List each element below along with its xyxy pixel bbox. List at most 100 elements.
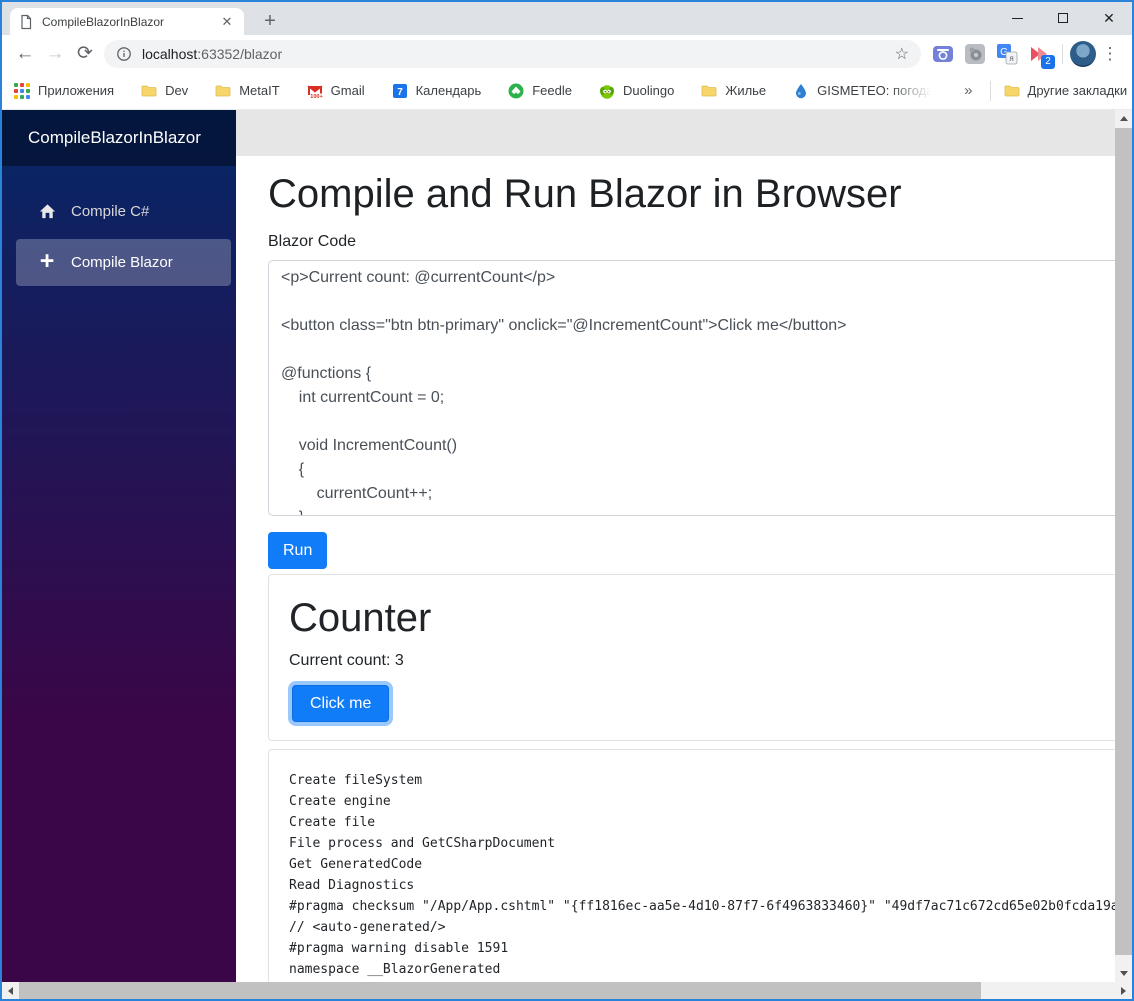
sidebar-item-compile-csharp[interactable]: Compile C# bbox=[16, 188, 231, 235]
tab-strip: CompileBlazorInBlazor ✕ + ✕ bbox=[2, 2, 1132, 35]
vertical-scrollbar[interactable] bbox=[1115, 110, 1132, 982]
bookmark-gismeteo[interactable]: GISMETEO: погода в bbox=[793, 83, 938, 99]
browser-window: CompileBlazorInBlazor ✕ + ✕ ← → ⟳ localh… bbox=[0, 0, 1134, 1001]
click-me-button[interactable]: Click me bbox=[292, 685, 390, 722]
bookmark-label: Календарь bbox=[415, 83, 482, 98]
bookmark-folder-dev[interactable]: Dev bbox=[141, 83, 188, 99]
bookmark-calendar[interactable]: 7 Календарь bbox=[392, 83, 482, 99]
window-controls: ✕ bbox=[994, 2, 1132, 34]
reload-button[interactable]: ⟳ bbox=[70, 39, 100, 69]
tab-close-icon[interactable]: ✕ bbox=[218, 13, 236, 31]
maximize-icon bbox=[1058, 13, 1068, 23]
minimize-button[interactable] bbox=[994, 2, 1040, 34]
bookmark-feedly[interactable]: Feedle bbox=[508, 83, 572, 99]
arrow-down-icon bbox=[1119, 971, 1128, 976]
address-bar[interactable]: localhost:63352/blazor ☆ bbox=[104, 39, 921, 68]
app-sidebar: CompileBlazorInBlazor Compile C# + Compi… bbox=[2, 110, 236, 982]
profile-avatar[interactable] bbox=[1070, 40, 1096, 67]
bookmark-gmail[interactable]: 100+ Gmail bbox=[307, 83, 365, 100]
bookmarks-divider bbox=[989, 80, 991, 101]
extension-badge: 2 bbox=[1041, 54, 1055, 69]
app-content: Compile and Run Blazor in Browser Blazor… bbox=[236, 110, 1132, 982]
horizontal-scrollbar[interactable] bbox=[2, 982, 1132, 999]
browser-menu-button[interactable]: ⋮ bbox=[1096, 44, 1124, 64]
content-top-row bbox=[236, 110, 1132, 156]
url-path: :63352/blazor bbox=[197, 45, 283, 62]
scroll-right-button[interactable] bbox=[1115, 982, 1132, 999]
toolbar-divider bbox=[1062, 43, 1063, 64]
bookmark-star-icon[interactable]: ☆ bbox=[895, 44, 909, 64]
folder-icon bbox=[1004, 83, 1020, 99]
bookmark-folder-zhilye[interactable]: Жилье bbox=[701, 83, 766, 99]
gray-extension-icon[interactable] bbox=[964, 43, 986, 65]
bookmark-label: Приложения bbox=[38, 83, 115, 98]
app-brand[interactable]: CompileBlazorInBlazor bbox=[2, 110, 236, 166]
bookmarks-bar: Приложения Dev MetaIT 100+ Gmail 7 Кален… bbox=[2, 72, 1132, 110]
sidebar-item-label: Compile Blazor bbox=[71, 254, 173, 271]
maximize-button[interactable] bbox=[1040, 2, 1086, 34]
arrow-left-icon bbox=[8, 986, 13, 995]
close-button[interactable]: ✕ bbox=[1086, 2, 1132, 34]
downloader-extension-icon[interactable]: 2 bbox=[1028, 43, 1055, 69]
console-line: File process and GetCSharpDocument bbox=[289, 836, 556, 851]
console-line: Create engine bbox=[289, 794, 391, 809]
scroll-up-button[interactable] bbox=[1115, 110, 1132, 127]
scroll-left-button[interactable] bbox=[2, 982, 19, 999]
bookmark-folder-metait[interactable]: MetaIT bbox=[215, 83, 280, 99]
forward-button[interactable]: → bbox=[40, 39, 70, 69]
console-line: #pragma warning disable 1591 bbox=[289, 941, 509, 956]
bookmark-label: MetaIT bbox=[239, 83, 280, 98]
translate-extension-icon[interactable]: Gя bbox=[996, 43, 1018, 65]
svg-text:100+: 100+ bbox=[310, 94, 322, 99]
run-button[interactable]: Run bbox=[268, 532, 328, 569]
console-line: #pragma checksum "/App/App.cshtml" "{ff1… bbox=[289, 899, 1132, 914]
bookmark-apps[interactable]: Приложения bbox=[14, 82, 115, 99]
tab-title: CompileBlazorInBlazor bbox=[42, 14, 165, 29]
counter-heading: Counter bbox=[289, 596, 432, 640]
bookmark-label: GISMETEO: погода в bbox=[817, 83, 938, 98]
folder-icon bbox=[701, 83, 717, 99]
url-text: localhost:63352/blazor bbox=[142, 46, 282, 62]
page-viewport: CompileBlazorInBlazor Compile C# + Compi… bbox=[2, 110, 1132, 982]
bookmark-label: Gmail bbox=[330, 83, 365, 98]
sidebar-item-label: Compile C# bbox=[71, 203, 150, 220]
page-title: Compile and Run Blazor in Browser bbox=[268, 172, 902, 216]
screenshot-extension-icon[interactable] bbox=[932, 43, 954, 65]
water-drop-icon bbox=[793, 83, 809, 99]
console-line: Get GeneratedCode bbox=[289, 857, 423, 872]
new-tab-button[interactable]: + bbox=[256, 10, 284, 34]
page-favicon-icon bbox=[18, 14, 34, 30]
svg-text:7: 7 bbox=[397, 87, 403, 98]
result-panel: Counter Current count: 3 Click me bbox=[268, 574, 1132, 741]
horizontal-scroll-thumb[interactable] bbox=[19, 982, 981, 999]
console-line: Read Diagnostics bbox=[289, 878, 415, 893]
bookmark-label: Duolingo bbox=[622, 83, 675, 98]
console-line: Create file bbox=[289, 815, 376, 830]
home-icon bbox=[36, 202, 58, 221]
plus-icon: + bbox=[39, 246, 55, 275]
folder-icon bbox=[141, 83, 157, 99]
sidebar-item-compile-blazor[interactable]: + Compile Blazor bbox=[16, 239, 231, 286]
bookmark-duolingo[interactable]: Duolingo bbox=[599, 83, 674, 99]
calendar-icon: 7 bbox=[392, 83, 408, 99]
close-icon: ✕ bbox=[1103, 10, 1115, 26]
bookmarks-overflow-button[interactable]: » bbox=[964, 82, 972, 99]
back-button[interactable]: ← bbox=[10, 39, 40, 69]
scroll-down-button[interactable] bbox=[1115, 965, 1132, 982]
site-info-icon[interactable] bbox=[116, 46, 132, 62]
arrow-up-icon bbox=[1119, 116, 1128, 121]
blazor-code-input[interactable]: <p>Current count: @currentCount</p> <but… bbox=[268, 260, 1132, 516]
console-line: namespace __BlazorGenerated bbox=[289, 962, 501, 977]
bookmark-label: Другие закладки bbox=[1027, 83, 1128, 98]
browser-tab[interactable]: CompileBlazorInBlazor ✕ bbox=[10, 8, 244, 35]
code-label: Blazor Code bbox=[268, 233, 357, 250]
console-line: Create fileSystem bbox=[289, 773, 423, 788]
extensions-area: Gя 2 ⋮ bbox=[927, 40, 1124, 69]
bookmarks-right: » Другие закладки bbox=[964, 80, 1128, 101]
minimize-icon bbox=[1011, 17, 1023, 19]
sidebar-nav: Compile C# + Compile Blazor bbox=[2, 166, 236, 286]
gmail-icon: 100+ bbox=[307, 83, 323, 100]
other-bookmarks-button[interactable]: Другие закладки bbox=[1004, 83, 1128, 99]
vertical-scroll-thumb[interactable] bbox=[1115, 128, 1132, 955]
arrow-right-icon bbox=[1121, 986, 1126, 995]
